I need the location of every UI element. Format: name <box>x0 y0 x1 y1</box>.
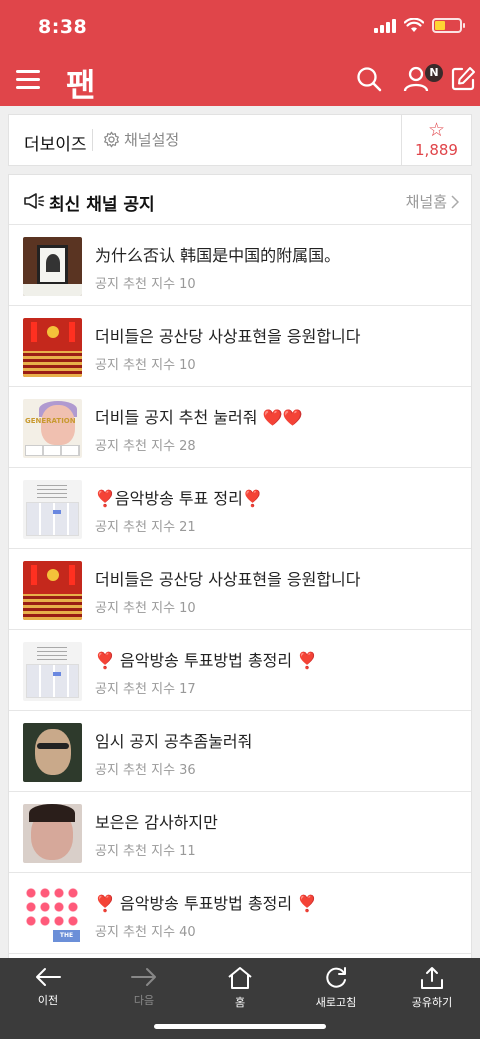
battery-icon <box>432 18 465 33</box>
home-icon <box>228 967 252 989</box>
thumbnail-image <box>23 804 82 863</box>
share-icon <box>421 967 443 989</box>
forward-button[interactable]: 다음 <box>96 966 192 1008</box>
notice-item[interactable]: 임시 공지 공추좀눌러줘 공지 추천 지수 36 <box>9 711 471 792</box>
notice-item[interactable]: 더비들은 공산당 사상표현을 응원합니다 공지 추천 지수 10 <box>9 306 471 387</box>
channel-settings-label: 채널설정 <box>124 131 180 149</box>
back-button[interactable]: 이전 <box>0 966 96 1008</box>
forward-label: 다음 <box>133 994 155 1007</box>
notice-item-title: 더비들은 공산당 사상표현을 응원합니다 <box>95 570 361 589</box>
notice-item[interactable]: ❣️음악방송 투표 정리❣️ 공지 추천 지수 21 <box>9 468 471 549</box>
notice-item-meta: 공지 추천 지수 10 <box>95 277 196 292</box>
notice-item[interactable]: THE BOYZ ❣️ 음악방송 투표방법 총정리 ❣️ 공지 추천 지수 40 <box>9 873 471 954</box>
notice-item-meta: 공지 추천 지수 36 <box>95 763 196 778</box>
notice-item-meta: 공지 추천 지수 28 <box>95 439 196 454</box>
notice-item-meta: 공지 추천 지수 17 <box>95 682 196 697</box>
arrow-left-icon <box>36 968 61 986</box>
notice-item-title: ❣️ 음악방송 투표방법 총정리 ❣️ <box>95 894 318 913</box>
status-icons <box>374 18 465 33</box>
share-label: 공유하기 <box>411 996 453 1009</box>
app-logo[interactable]: 팬 <box>66 60 95 106</box>
megaphone-icon <box>24 193 45 209</box>
thumbnail-image <box>23 480 82 539</box>
write-icon[interactable] <box>451 66 476 91</box>
notice-item-meta: 공지 추천 지수 11 <box>95 844 196 859</box>
refresh-button[interactable]: 새로고침 <box>288 966 384 1010</box>
notice-item-title: ❣️ 음악방송 투표방법 총정리 ❣️ <box>95 651 318 670</box>
favorite-button[interactable]: ☆ 1,889 <box>401 115 471 165</box>
notice-item[interactable]: 더비들은 공산당 사상표현을 응원합니다 공지 추천 지수 10 <box>9 549 471 630</box>
star-icon: ☆ <box>427 119 446 141</box>
refresh-icon <box>326 967 346 988</box>
notification-badge: N <box>425 64 443 82</box>
gear-icon <box>104 131 119 148</box>
wifi-icon <box>404 18 424 32</box>
thumbnail-image: GENERATION <box>23 399 82 458</box>
notice-panel: 최신 채널 공지 채널홈 为什么否认 韩国是中国的附属国。 공지 추천 지수 1… <box>8 174 472 964</box>
thumbnail-image <box>23 318 82 377</box>
signal-icon <box>374 18 396 33</box>
arrow-right-icon <box>131 968 156 986</box>
channel-home-link[interactable]: 채널홈 <box>406 191 459 212</box>
notice-item[interactable]: ❣️ 음악방송 투표방법 총정리 ❣️ 공지 추천 지수 17 <box>9 630 471 711</box>
notice-header: 최신 채널 공지 채널홈 <box>9 175 471 225</box>
notice-item-meta: 공지 추천 지수 21 <box>95 520 196 535</box>
status-time: 8:38 <box>38 16 88 38</box>
notice-item-title: 임시 공지 공추좀눌러줘 <box>95 732 253 751</box>
thumbnail-image <box>23 561 82 620</box>
channel-name[interactable]: 더보이즈 <box>24 130 87 155</box>
notice-title: 최신 채널 공지 <box>49 195 155 215</box>
menu-icon[interactable] <box>16 70 40 90</box>
home-label: 홈 <box>234 996 246 1009</box>
thumbnail-image: THE BOYZ <box>23 885 82 944</box>
divider <box>92 129 93 151</box>
channel-settings-button[interactable]: 채널설정 <box>103 129 179 150</box>
channel-home-label: 채널홈 <box>405 193 447 211</box>
app-header: 8:38 팬 N <box>0 0 480 106</box>
thumbnail-image <box>23 237 82 296</box>
thumbnail-image <box>23 642 82 701</box>
favorite-count: 1,889 <box>415 141 458 159</box>
share-button[interactable]: 공유하기 <box>384 966 480 1010</box>
chevron-right-icon <box>451 194 459 209</box>
home-button[interactable]: 홈 <box>192 966 288 1010</box>
notice-item[interactable]: 보은은 감사하지만 공지 추천 지수 11 <box>9 792 471 873</box>
home-indicator <box>154 1024 326 1029</box>
refresh-label: 새로고침 <box>315 996 357 1009</box>
thumbnail-image <box>23 723 82 782</box>
notice-item-title: 보은은 감사하지만 <box>95 813 218 832</box>
notice-item-meta: 공지 추천 지수 10 <box>95 601 196 616</box>
heart-icon: ❤️❤️ <box>262 408 303 427</box>
notice-item-meta: 공지 추천 지수 40 <box>95 925 196 940</box>
search-icon[interactable] <box>356 66 382 92</box>
channel-bar: 더보이즈 채널설정 ☆ 1,889 <box>8 114 472 166</box>
notice-item-title: ❣️음악방송 투표 정리❣️ <box>95 489 263 508</box>
notice-item-title: 为什么否认 韩国是中国的附属国。 <box>95 246 341 265</box>
notice-item-meta: 공지 추천 지수 10 <box>95 358 196 373</box>
notice-item[interactable]: GENERATION 더비들 공지 추천 눌러줘 ❤️❤️ 공지 추천 지수 2… <box>9 387 471 468</box>
notice-item-title-text: 더비들 공지 추천 눌러줘 <box>95 408 263 427</box>
notice-item-title: 더비들 공지 추천 눌러줘 ❤️❤️ <box>95 404 302 428</box>
notice-item[interactable]: 为什么否认 韩国是中国的附属国。 공지 추천 지수 10 <box>9 225 471 306</box>
notice-item-title: 더비들은 공산당 사상표현을 응원합니다 <box>95 327 361 346</box>
back-label: 이전 <box>37 994 59 1007</box>
